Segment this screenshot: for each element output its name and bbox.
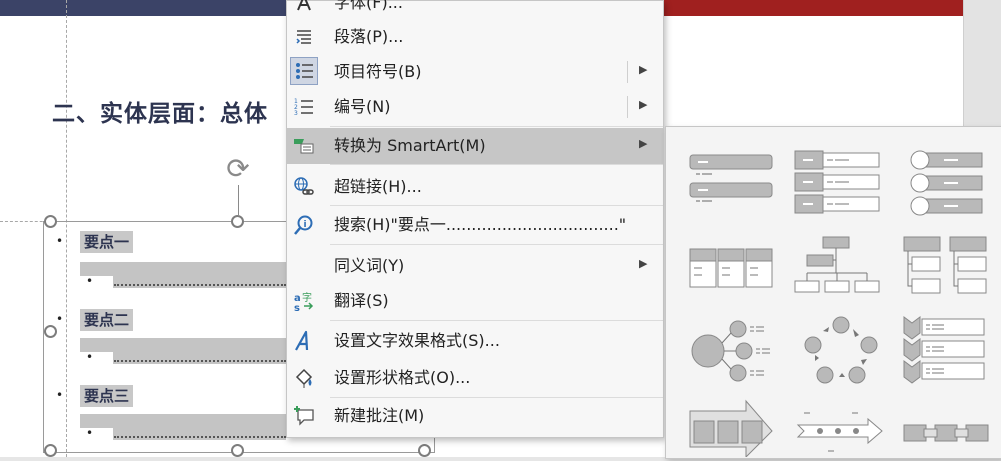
- menu-separator: [330, 164, 663, 165]
- menu-item-shape-format[interactable]: 设置形状格式(O)...: [287, 360, 663, 396]
- submenu-divider: [627, 61, 628, 83]
- font-icon: [293, 0, 315, 13]
- menu-item-synonyms[interactable]: 同义词(Y) ▶: [287, 248, 663, 284]
- menu-separator: [330, 205, 663, 206]
- submenu-arrow-icon: ▶: [639, 98, 648, 111]
- smartart-layout-timeline-process[interactable]: [796, 409, 884, 461]
- key-point-3[interactable]: 要点三: [80, 385, 134, 407]
- menu-item-font[interactable]: 字体(F)...: [287, 0, 663, 21]
- context-menu: 字体(F)... 段落(P)... 项目符号(B) ▶ 123 编号(N) ▶ …: [286, 0, 664, 438]
- smartart-layout-horizontal-table-list[interactable]: [688, 235, 776, 299]
- smartart-layout-hierarchy-list[interactable]: [902, 235, 988, 305]
- resize-handle-left[interactable]: [44, 325, 57, 338]
- svg-text:3: 3: [294, 110, 298, 117]
- key-point-2[interactable]: 要点二: [80, 309, 134, 331]
- menu-separator: [330, 126, 663, 127]
- submenu-arrow-icon: ▶: [639, 63, 648, 76]
- sub-bullet-marker: •: [86, 350, 94, 364]
- bullet-marker: •: [56, 234, 64, 248]
- bullet-marker: •: [56, 388, 64, 402]
- menu-item-text-effects[interactable]: 设置文字效果格式(S)...: [287, 323, 663, 359]
- numbering-icon: 123: [293, 97, 315, 117]
- smartart-layout-linked-process[interactable]: [902, 419, 992, 453]
- smartart-layout-vertical-bullet-list[interactable]: [688, 149, 776, 209]
- dotted-line: [114, 284, 286, 286]
- sub-bullet-marker: •: [86, 274, 94, 288]
- smartart-layout-radial-list[interactable]: [688, 315, 776, 389]
- search-icon: i: [293, 215, 315, 235]
- svg-text:i: i: [304, 220, 307, 230]
- bullet-marker: •: [56, 312, 64, 326]
- dotted-line: [114, 436, 286, 438]
- dotted-line: [114, 360, 286, 362]
- menu-item-new-comment[interactable]: 新建批注(M): [287, 398, 663, 434]
- rotate-handle-line: [238, 185, 239, 215]
- smartart-convert-icon: [293, 136, 315, 156]
- bullets-icon: [290, 57, 318, 85]
- menu-separator: [330, 320, 663, 321]
- resize-handle-bottom-left[interactable]: [44, 444, 57, 457]
- smartart-layout-circle-list[interactable]: [906, 149, 986, 223]
- translate-icon: a字s: [293, 291, 315, 312]
- smartart-layout-chevron-list[interactable]: [900, 315, 990, 391]
- new-comment-icon: [293, 406, 315, 426]
- slide-header-band-left: [0, 0, 300, 16]
- menu-item-bullets[interactable]: 项目符号(B) ▶: [287, 54, 663, 90]
- submenu-arrow-icon: ▶: [639, 257, 648, 270]
- menu-item-hyperlink[interactable]: 超链接(H)...: [287, 169, 663, 205]
- menu-item-search[interactable]: i 搜索(H)"要点一.............................…: [287, 207, 663, 243]
- submenu-divider: [627, 96, 628, 118]
- submenu-arrow-icon: ▶: [639, 137, 648, 150]
- menu-item-translate[interactable]: a字s 翻译(S): [287, 283, 663, 319]
- shape-format-icon: [293, 368, 315, 388]
- resize-handle-top[interactable]: [231, 215, 244, 228]
- resize-handle-bottom[interactable]: [231, 444, 244, 457]
- resize-handle-bottom-right[interactable]: [418, 444, 431, 457]
- menu-item-convert-smartart[interactable]: 转换为 SmartArt(M) ▶: [287, 128, 663, 164]
- sub-bullet-marker: •: [86, 426, 94, 440]
- text-effects-icon: [293, 330, 315, 351]
- smartart-layout-stacked-list[interactable]: [793, 149, 883, 223]
- smartart-layout-arrow-process[interactable]: [688, 399, 776, 461]
- smartart-layout-org-chart[interactable]: [793, 235, 883, 301]
- menu-separator: [330, 244, 663, 245]
- rotate-handle-icon[interactable]: ⟳: [222, 153, 254, 185]
- hyperlink-icon: [293, 177, 315, 197]
- menu-item-numbering[interactable]: 123 编号(N) ▶: [287, 89, 663, 125]
- slide-header-band-right: [660, 0, 963, 16]
- paragraph-icon: [293, 27, 315, 47]
- smartart-submenu: [665, 126, 1001, 459]
- slide-title[interactable]: 二、实体层面：总体: [52, 94, 268, 128]
- smartart-layout-cycle-process[interactable]: [799, 315, 883, 389]
- menu-item-paragraph[interactable]: 段落(P)...: [287, 19, 663, 55]
- resize-handle-top-left[interactable]: [44, 215, 57, 228]
- key-point-1[interactable]: 要点一: [80, 231, 134, 253]
- svg-text:字: 字: [302, 291, 312, 304]
- svg-text:s: s: [294, 303, 300, 312]
